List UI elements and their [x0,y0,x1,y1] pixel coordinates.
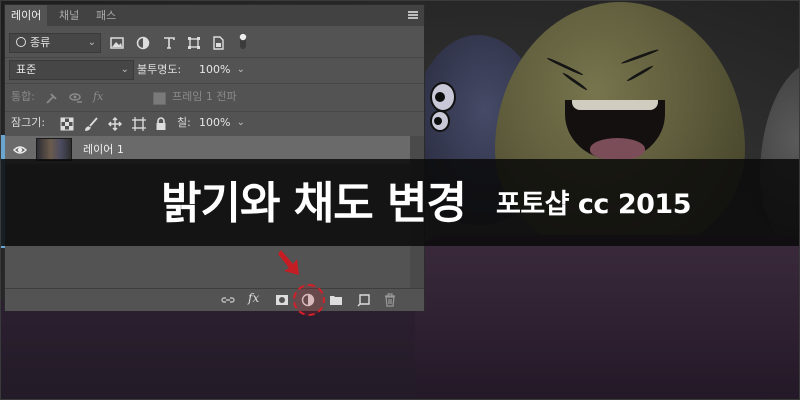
divider [5,111,424,112]
egg-teeth [572,100,658,110]
chevron-down-icon: ⌄ [87,37,96,48]
filter-kind-select[interactable]: 종류 ⌄ [9,33,101,53]
blue-egg-eye [430,82,456,112]
fill-field[interactable]: 100% ⌄ [192,113,250,133]
banner-subtitle: 포토샵 cc 2015 [496,189,691,220]
type-filter-icon[interactable] [162,36,176,50]
filter-kind-label: 종류 [30,36,51,49]
unify-style-icon[interactable]: fx [93,87,103,107]
panel-tab-bar: 레이어 채널 패스 [5,5,424,26]
lock-all-icon[interactable] [154,117,168,131]
opacity-field[interactable]: 100% ⌄ [192,60,250,80]
lock-image-pixels-icon[interactable] [85,117,99,131]
blend-mode-value: 표준 [16,63,37,76]
fx-icon[interactable]: fx [248,291,259,305]
title-banner: 밝기와 채도 변경 포토샵 cc 2015 [0,159,800,246]
egg-tray [415,235,800,400]
lock-position-icon[interactable] [108,117,122,131]
adjustment-filter-icon[interactable] [136,36,150,50]
lock-transparent-pixels-icon[interactable] [60,117,74,131]
tab-paths[interactable]: 패스 [90,5,122,26]
layer-mask-icon[interactable] [275,293,289,307]
eye-icon[interactable] [13,143,27,157]
panel-bottom-bar: fx [5,288,424,311]
egg-tongue [590,138,645,160]
image-filter-icon[interactable] [110,36,124,50]
filter-toggle-icon[interactable] [238,31,248,51]
layers-panel: 레이어 채널 패스 종류 ⌄ 표준 ⌄ 불투명도: 100% ⌄ 통합: fx … [4,4,425,311]
tab-layers[interactable]: 레이어 [5,5,48,26]
unify-label: 통합: [11,90,35,103]
lock-artboard-icon[interactable] [132,117,146,131]
fill-label: 칠: [177,116,191,129]
new-layer-icon[interactable] [357,293,371,307]
panel-menu-icon[interactable] [408,11,418,19]
banner-title: 밝기와 채도 변경 [161,178,467,229]
link-layers-icon[interactable] [221,293,235,307]
divider [5,83,424,84]
opacity-label: 불투명도: [137,63,182,76]
propagate-checkbox[interactable] [153,92,166,105]
chevron-down-icon: ⌄ [120,64,129,75]
opacity-value: 100% [199,63,231,76]
divider [5,57,424,58]
tab-channels[interactable]: 채널 [53,5,85,26]
group-folder-icon[interactable] [329,293,343,307]
lock-label: 잠그기: [11,116,46,129]
blue-egg-eye [430,110,450,132]
layer-thumbnail [36,138,72,161]
search-icon [16,37,26,47]
unify-position-icon[interactable] [45,91,59,105]
blend-mode-select[interactable]: 표준 ⌄ [9,60,134,80]
chevron-down-icon: ⌄ [236,117,245,128]
unify-visibility-icon[interactable] [69,91,83,105]
pointer-arrow-icon [278,250,299,275]
fill-value: 100% [199,116,231,129]
chevron-down-icon: ⌄ [236,64,245,75]
propagate-label: 프레임 1 전파 [172,90,237,103]
trash-icon[interactable] [383,293,397,307]
shape-filter-icon[interactable] [187,36,201,50]
smart-object-filter-icon[interactable] [211,36,225,50]
highlight-circle [293,284,325,316]
